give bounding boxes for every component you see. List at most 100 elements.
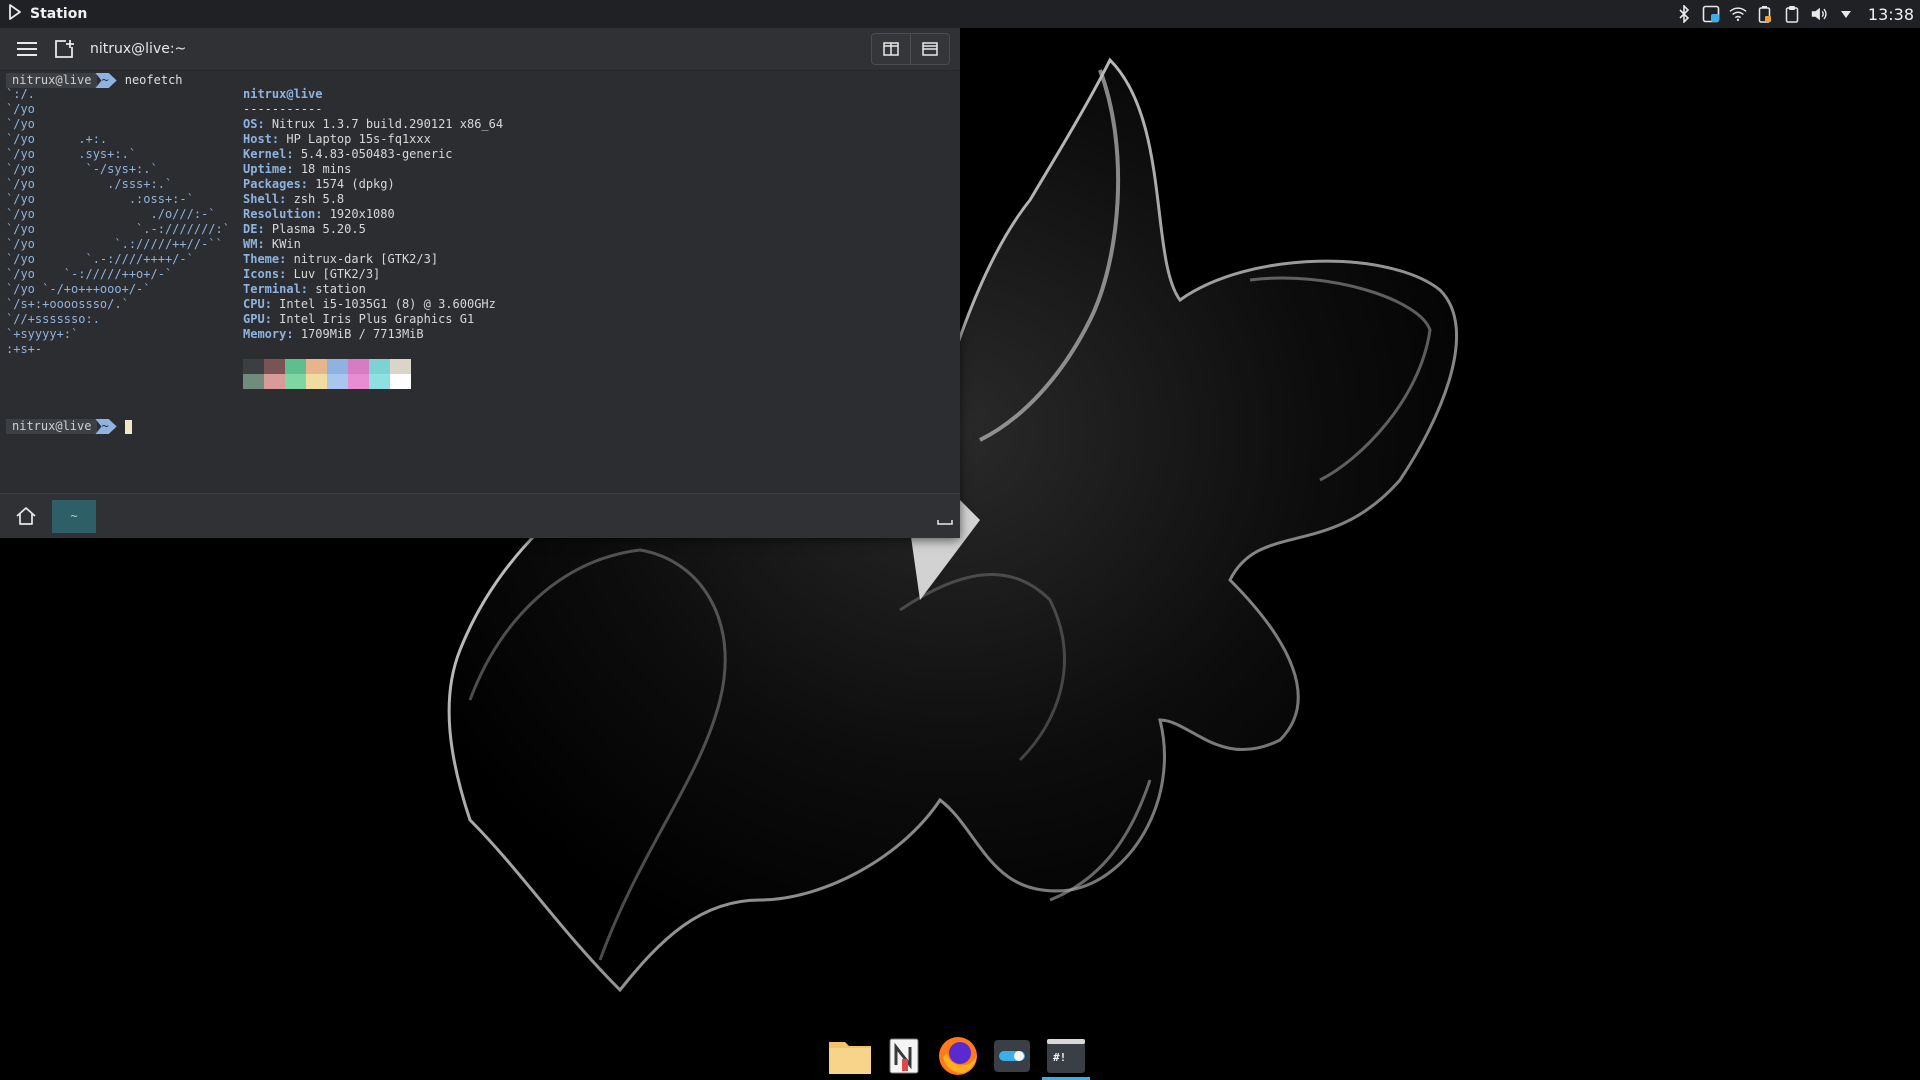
info-key: Shell (243, 192, 280, 206)
logo-line: `/yo `.://///++//-`` (6, 237, 223, 251)
info-value: 1709MiB / 7713MiB (300, 327, 424, 341)
volume-icon[interactable] (1810, 5, 1828, 23)
info-key: GPU (243, 312, 265, 326)
info-value: 1920x1080 (329, 207, 395, 221)
logo-line: `/yo (6, 102, 35, 116)
system-tray: 13:38 (1675, 5, 1914, 24)
app-menu-button[interactable]: Station (8, 4, 87, 24)
color-swatch (369, 374, 390, 389)
info-row: Host: HP Laptop 15s-fq1xxx (243, 132, 431, 146)
info-row: Memory: 1709MiB / 7713MiB (243, 327, 424, 341)
logo-line: `/yo `.-:///////:` (6, 222, 230, 236)
logo-line: :+s+- (6, 342, 43, 356)
home-icon (16, 507, 36, 525)
info-value: Intel Iris Plus Graphics G1 (279, 312, 475, 326)
clipboard-icon[interactable] (1783, 5, 1801, 23)
logo-line: `/yo (6, 117, 35, 131)
info-row: CPU: Intel i5-1035G1 (8) @ 3.600GHz (243, 297, 496, 311)
play-arrow-icon (8, 4, 22, 24)
color-swatch (285, 374, 306, 389)
info-key: Icons (243, 267, 280, 281)
color-swatch (264, 374, 285, 389)
active-prompt-line: nitrux@live ~ (6, 419, 132, 434)
split-horizontal-button[interactable] (910, 34, 949, 64)
station-terminal-icon: #! (1047, 1039, 1085, 1073)
info-row: WM: KWin (243, 237, 301, 251)
files-icon (829, 1042, 871, 1074)
new-window-icon[interactable] (52, 36, 78, 62)
color-swatch (369, 359, 390, 374)
info-value: station (315, 282, 366, 296)
split-view-buttons (871, 33, 950, 65)
info-key: Memory (243, 327, 287, 341)
dock: #! (826, 1032, 1098, 1080)
dock-notes[interactable] (880, 1032, 928, 1080)
info-row: DE: Plasma 5.20.5 (243, 222, 366, 236)
command-prompt-line: nitrux@live ~ neofetch (6, 73, 183, 88)
color-swatch (390, 359, 411, 374)
info-value: Luv [GTK2/3] (293, 267, 381, 281)
dock-settings[interactable] (988, 1032, 1036, 1080)
color-swatch (285, 359, 306, 374)
color-swatch (390, 374, 411, 389)
entered-command: neofetch (124, 73, 183, 87)
color-swatch (243, 359, 264, 374)
info-header-user: nitrux@live (243, 87, 323, 101)
dock-station[interactable]: #! (1042, 1032, 1090, 1080)
keyboard-layout-icon[interactable] (1702, 5, 1720, 23)
logo-line: `+syyyy+:` (6, 327, 79, 341)
color-swatch (306, 374, 327, 389)
dock-files[interactable] (826, 1032, 874, 1080)
info-separator: ----------- (243, 102, 323, 116)
info-row: Uptime: 18 mins (243, 162, 352, 176)
info-value: Intel i5-1035G1 (8) @ 3.600GHz (279, 297, 496, 311)
hamburger-menu-icon[interactable] (14, 36, 40, 62)
clock[interactable]: 13:38 (1868, 5, 1914, 24)
neofetch-info: nitrux@live ----------- OS: Nitrux 1.3.7… (243, 87, 503, 342)
info-value: 5.4.83-050483-generic (300, 147, 453, 161)
logo-line: `/yo ./o///:-` (6, 207, 216, 221)
logo-line: `/yo .+:. (6, 132, 108, 146)
settings-toggle-icon (994, 1040, 1030, 1072)
split-horizontal-icon (922, 42, 938, 56)
terminal-output[interactable]: nitrux@live ~ neofetch `:/. `/yo `/yo `/yo … (0, 71, 960, 493)
terminal-tab[interactable]: ~ (52, 499, 96, 533)
info-row: Packages: 1574 (dpkg) (243, 177, 395, 191)
window-footer: ~ (0, 493, 960, 538)
color-swatch (327, 359, 348, 374)
info-key: DE (243, 222, 258, 236)
dock-firefox[interactable] (934, 1032, 982, 1080)
info-key: CPU (243, 297, 265, 311)
info-value: KWin (271, 237, 301, 251)
tray-expand-icon[interactable] (1837, 5, 1855, 23)
info-row: OS: Nitrux 1.3.7 build.290121 x86_64 (243, 117, 504, 131)
color-swatch (243, 374, 264, 389)
info-key: Kernel (243, 147, 287, 161)
info-value: 1574 (dpkg) (315, 177, 395, 191)
bluetooth-icon[interactable] (1675, 5, 1693, 23)
info-row: Kernel: 5.4.83-050483-generic (243, 147, 453, 161)
info-value: nitrux-dark [GTK2/3] (293, 252, 439, 266)
home-button[interactable] (0, 494, 52, 539)
firefox-icon (939, 1037, 977, 1075)
neofetch-ascii-logo: `:/. `/yo `/yo `/yo .+:. `/yo .sys+:.` `/yo `… (6, 87, 230, 357)
info-row: Shell: zsh 5.8 (243, 192, 345, 206)
prompt-user: nitrux@live (6, 419, 98, 434)
logo-line: `/yo `-/sys+:.` (6, 162, 158, 176)
info-key: Uptime (243, 162, 287, 176)
info-key: WM (243, 237, 258, 251)
logo-line: `/yo `-/+o+++ooo+/-` (6, 282, 151, 296)
info-row: GPU: Intel Iris Plus Graphics G1 (243, 312, 475, 326)
new-tab-button[interactable] (930, 501, 960, 531)
battery-icon[interactable] (1756, 5, 1774, 23)
logo-line: `/yo .:oss+:-` (6, 192, 194, 206)
info-value: HP Laptop 15s-fq1xxx (286, 132, 431, 146)
info-key: Theme (243, 252, 280, 266)
svg-text:#!: #! (1053, 1051, 1066, 1064)
info-value: Nitrux 1.3.7 build.290121 x86_64 (271, 117, 504, 131)
info-key: OS (243, 117, 258, 131)
wifi-icon[interactable] (1729, 5, 1747, 23)
info-key: Resolution (243, 207, 316, 221)
split-vertical-button[interactable] (872, 34, 910, 64)
info-row: Theme: nitrux-dark [GTK2/3] (243, 252, 439, 266)
